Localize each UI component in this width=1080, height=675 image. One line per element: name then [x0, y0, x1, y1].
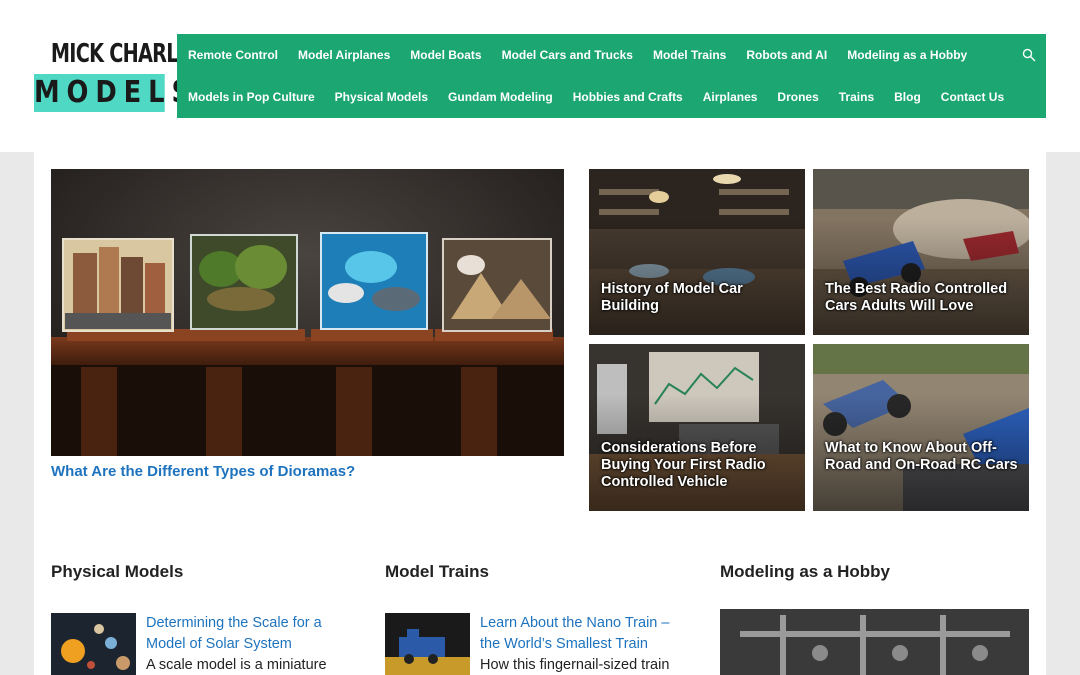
section-title-modeling-hobby[interactable]: Modeling as a Hobby	[720, 562, 890, 582]
diorama-image	[51, 169, 564, 456]
featured-hero-image[interactable]	[51, 169, 564, 456]
featured-tile-4[interactable]: What to Know About Off-Road and On-Road …	[813, 344, 1029, 511]
post-title-link[interactable]: Determining the Scale for a Model of Sol…	[146, 613, 356, 655]
nav-item-airplanes[interactable]: Airplanes	[703, 90, 758, 104]
featured-tile-1[interactable]: History of Model Car Building	[589, 169, 805, 335]
nav-item-model-boats[interactable]: Model Boats	[410, 48, 481, 62]
nano-train-image	[385, 613, 470, 675]
tile-title: History of Model Car Building	[601, 281, 743, 314]
hobby-post-thumbnail[interactable]	[720, 609, 1029, 675]
featured-tile-3[interactable]: Considerations Before Buying Your First …	[589, 344, 805, 511]
nav-item-model-trains[interactable]: Model Trains	[653, 48, 726, 62]
main-navigation: Remote Control Model Airplanes Model Boa…	[177, 34, 1046, 118]
hero-post-title[interactable]: What Are the Different Types of Dioramas…	[51, 463, 355, 480]
nav-item-hobbies-crafts[interactable]: Hobbies and Crafts	[573, 90, 683, 104]
section-title-model-trains[interactable]: Model Trains	[385, 562, 489, 582]
nav-item-robots-ai[interactable]: Robots and AI	[746, 48, 827, 62]
featured-tile-2[interactable]: The Best Radio Controlled Cars Adults Wi…	[813, 169, 1029, 335]
logo-text-top: MICK CHARLES	[50, 39, 204, 69]
site-logo[interactable]: MICK CHARLES MODELS	[34, 36, 204, 112]
post-excerpt: A scale model is a miniature	[146, 657, 327, 673]
nav-item-contact[interactable]: Contact Us	[941, 90, 1004, 104]
nav-item-model-cars-trucks[interactable]: Model Cars and Trucks	[502, 48, 633, 62]
nav-row-1: Remote Control Model Airplanes Model Boa…	[177, 34, 987, 76]
nav-row-2: Models in Pop Culture Physical Models Gu…	[177, 76, 1024, 118]
post-excerpt: How this fingernail-sized train	[480, 657, 670, 673]
solar-system-image	[51, 613, 136, 675]
nav-item-remote-control[interactable]: Remote Control	[188, 48, 278, 62]
post-thumbnail[interactable]	[51, 613, 136, 675]
main-content: What Are the Different Types of Dioramas…	[34, 152, 1046, 675]
nav-item-pop-culture[interactable]: Models in Pop Culture	[188, 90, 315, 104]
tile-title: Considerations Before Buying Your First …	[601, 440, 766, 490]
nav-item-trains[interactable]: Trains	[839, 90, 874, 104]
post-thumbnail[interactable]	[385, 613, 470, 675]
section-title-physical-models[interactable]: Physical Models	[51, 562, 183, 582]
nav-item-model-airplanes[interactable]: Model Airplanes	[298, 48, 390, 62]
search-icon[interactable]	[1022, 48, 1036, 62]
site-header: MICK CHARLES MODELS Remote Control Model…	[0, 0, 1080, 152]
tile-overlay	[813, 344, 1029, 511]
nav-item-gundam[interactable]: Gundam Modeling	[448, 90, 553, 104]
tile-title: The Best Radio Controlled Cars Adults Wi…	[825, 281, 1008, 314]
logo-text-bottom: MODELS	[34, 74, 197, 112]
model-sprue-image	[720, 609, 1029, 675]
post-title-link[interactable]: Learn About the Nano Train – the World’s…	[480, 613, 690, 655]
nav-item-blog[interactable]: Blog	[894, 90, 921, 104]
nav-item-modeling-hobby[interactable]: Modeling as a Hobby	[847, 48, 967, 62]
nav-item-physical-models[interactable]: Physical Models	[335, 90, 428, 104]
tile-title: What to Know About Off-Road and On-Road …	[825, 440, 1018, 473]
nav-item-drones[interactable]: Drones	[777, 90, 818, 104]
